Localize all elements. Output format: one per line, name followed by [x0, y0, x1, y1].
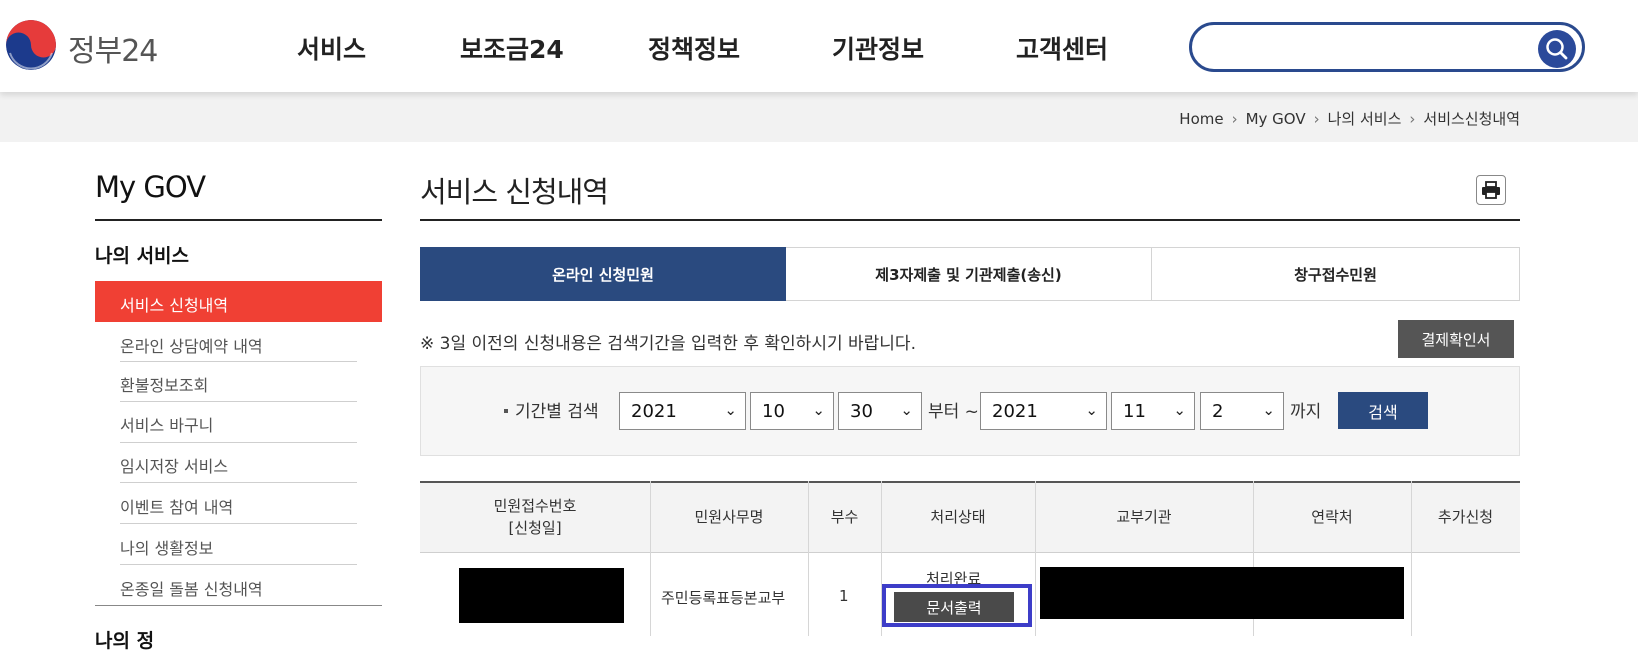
from-year-select[interactable]: 2021 ⌄: [619, 392, 746, 430]
from-month-value: 10: [762, 401, 785, 422]
sidebar-next-section[interactable]: 나의 정: [95, 626, 154, 653]
row-copies: 1: [839, 587, 849, 605]
payment-receipt-button[interactable]: 결제확인서: [1398, 320, 1514, 358]
search-icon: [1546, 38, 1568, 60]
table-column-divider: [808, 481, 809, 636]
notice-text: ※ 3일 이전의 신청내용은 검색기간을 입력한 후 확인하시기 바랍니다.: [420, 334, 916, 354]
sidebar-divider: [120, 442, 357, 443]
tab-third-party-submission[interactable]: 제3자제출 및 기관제출(송신): [786, 247, 1152, 301]
search-input[interactable]: [1212, 35, 1516, 63]
sidebar-item-refund-info[interactable]: 환불정보조회: [120, 372, 208, 396]
chevron-down-icon: ⌄: [1262, 401, 1275, 419]
print-button[interactable]: [1476, 175, 1506, 205]
sidebar-item-life-info[interactable]: 나의 생활정보: [120, 535, 213, 559]
column-header-service-name: 민원사무명: [694, 508, 764, 526]
breadcrumb-current: 서비스신청내역: [1423, 110, 1520, 128]
tab-online-application[interactable]: 온라인 신청민원: [420, 247, 786, 301]
to-day-value: 2: [1212, 401, 1224, 422]
breadcrumb-my-services[interactable]: 나의 서비스: [1328, 110, 1402, 128]
row-service-name[interactable]: 주민등록표등본교부: [661, 587, 785, 608]
chevron-right-icon: ›: [1231, 110, 1238, 128]
column-header-issuing-agency: 교부기관: [1116, 508, 1172, 526]
table-column-divider: [650, 481, 651, 636]
sidebar-divider: [95, 219, 382, 221]
filter-search-button[interactable]: 검색: [1338, 392, 1428, 429]
sidebar-divider: [95, 605, 382, 606]
page-title: 서비스 신청내역: [420, 175, 609, 209]
chevron-down-icon: ⌄: [1173, 401, 1186, 419]
sidebar-divider: [120, 401, 357, 402]
to-month-select[interactable]: 11 ⌄: [1111, 392, 1195, 430]
from-day-value: 30: [850, 401, 873, 422]
breadcrumb: Home › My GOV › 나의 서비스 › 서비스신청내역: [1179, 108, 1520, 129]
from-month-select[interactable]: 10 ⌄: [750, 392, 834, 430]
title-divider: [420, 219, 1520, 221]
top-header: 정부24 서비스 보조금24 정책정보 기관정보 고객센터: [0, 0, 1638, 92]
to-day-select[interactable]: 2 ⌄: [1200, 392, 1284, 430]
logo-text[interactable]: 정부24: [68, 26, 158, 70]
redacted-agency-contact: [1040, 567, 1404, 619]
sidebar-divider: [120, 482, 357, 483]
sidebar-divider: [120, 523, 357, 524]
chevron-right-icon: ›: [1409, 110, 1416, 128]
sidebar-item-temp-saved[interactable]: 임시저장 서비스: [120, 453, 228, 477]
to-year-value: 2021: [992, 401, 1038, 422]
redacted-receipt-number: [459, 568, 624, 623]
print-icon: [1482, 181, 1500, 199]
selection-highlight-box: [882, 584, 1032, 627]
tab-counter-application[interactable]: 창구접수민원: [1152, 247, 1520, 301]
breadcrumb-mygov[interactable]: My GOV: [1246, 110, 1306, 128]
column-header-contact: 연락처: [1311, 508, 1353, 526]
sidebar-item-consult-reservation[interactable]: 온라인 상담예약 내역: [120, 333, 263, 357]
to-month-value: 11: [1123, 401, 1146, 422]
nav-customer-center[interactable]: 고객센터: [1016, 30, 1108, 66]
bullet-icon: [504, 409, 508, 413]
column-header-additional-request: 추가신청: [1437, 508, 1494, 526]
column-header-status: 처리상태: [930, 508, 986, 526]
nav-service[interactable]: 서비스: [297, 30, 366, 66]
chevron-down-icon: ⌄: [812, 401, 825, 419]
filter-label: 기간별 검색: [515, 402, 599, 422]
chevron-down-icon: ⌄: [900, 401, 913, 419]
to-year-select[interactable]: 2021 ⌄: [980, 392, 1107, 430]
sidebar-item-event-history[interactable]: 이벤트 참여 내역: [120, 494, 233, 518]
to-suffix-text: 까지: [1290, 402, 1322, 422]
sidebar-divider: [120, 564, 357, 565]
nav-policy-info[interactable]: 정책정보: [648, 30, 740, 66]
nav-agency-info[interactable]: 기관정보: [832, 30, 924, 66]
sidebar-item-service-history[interactable]: 서비스 신청내역: [120, 292, 228, 316]
sidebar-title: My GOV: [95, 170, 206, 204]
chevron-down-icon: ⌄: [1085, 401, 1098, 419]
search-button[interactable]: [1538, 30, 1576, 68]
search-box: [1189, 22, 1585, 72]
from-year-value: 2021: [631, 401, 677, 422]
column-header-copies: 부수: [830, 508, 859, 526]
sidebar-divider: [120, 361, 357, 362]
table-column-divider: [1035, 481, 1036, 636]
government-logo-icon[interactable]: [6, 20, 56, 70]
nav-subsidy24[interactable]: 보조금24: [460, 30, 564, 66]
chevron-right-icon: ›: [1313, 110, 1320, 128]
sidebar-item-care-application[interactable]: 온종일 돌봄 신청내역: [120, 576, 263, 600]
chevron-down-icon: ⌄: [724, 401, 737, 419]
sidebar-section-title[interactable]: 나의 서비스: [95, 241, 189, 268]
breadcrumb-home[interactable]: Home: [1179, 110, 1223, 128]
from-day-select[interactable]: 30 ⌄: [838, 392, 922, 430]
column-header-receipt-number: 민원접수번호 [신청일]: [493, 497, 577, 537]
table-column-divider: [1411, 481, 1412, 636]
from-suffix-text: 부터 ~: [928, 402, 979, 422]
sidebar-item-service-basket[interactable]: 서비스 바구니: [120, 412, 213, 436]
